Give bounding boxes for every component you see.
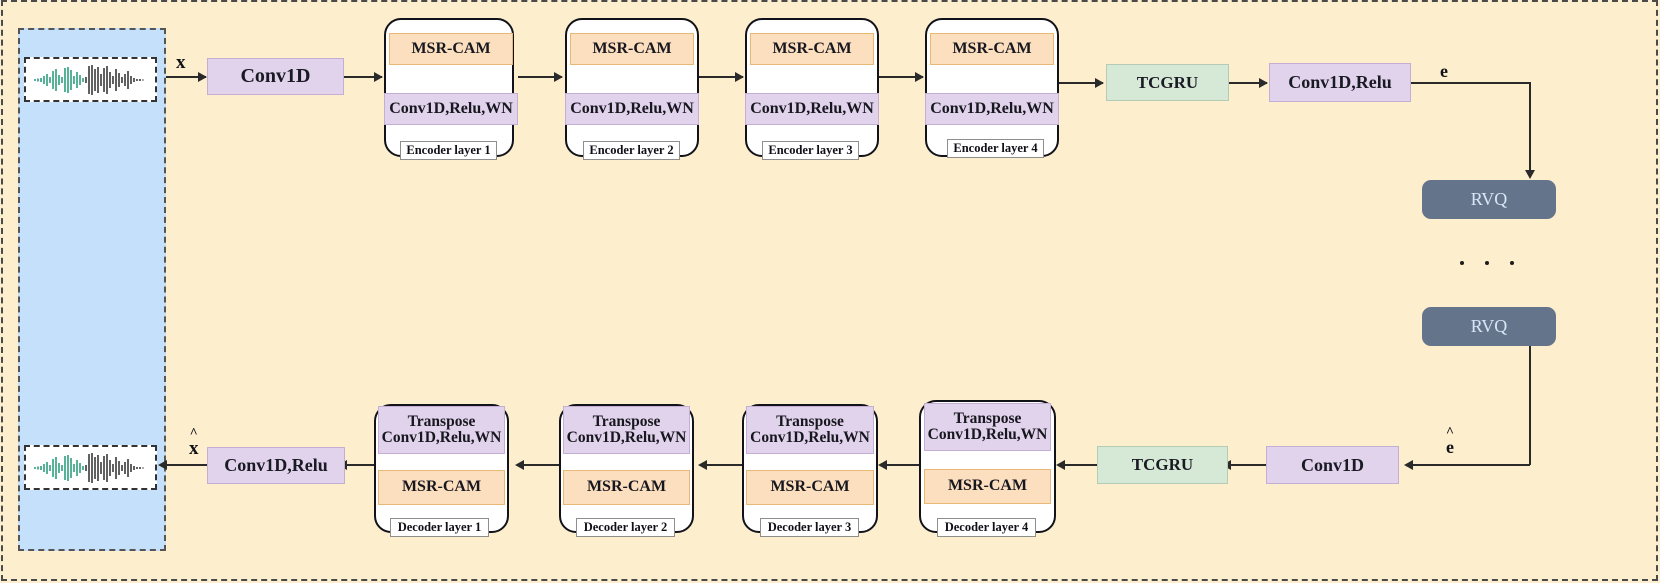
encoder-layer-1-msrcam[interactable]: MSR-CAM: [389, 33, 513, 65]
connector-ehat-horizontal: [1411, 464, 1530, 466]
decoder-layer-4-transpose-conv[interactable]: Transpose Conv1D,Relu,WN: [378, 406, 505, 454]
decoder-layer-1-msrcam[interactable]: MSR-CAM: [924, 469, 1051, 504]
rvq-ellipsis: [1460, 261, 1514, 265]
encoder-layer-1-tag: Encoder layer 1: [400, 141, 497, 160]
arrow-conv1d-to-enc1: [374, 72, 383, 82]
ellipsis-dot-2: [1485, 261, 1489, 265]
connector-ehat-vertical: [1529, 346, 1531, 465]
encoder-layer-3-tag: Encoder layer 3: [762, 141, 859, 160]
connector-dec1-to-dec2: [884, 464, 919, 466]
decoder-layer-3-transpose-conv[interactable]: Transpose Conv1D,Relu,WN: [563, 406, 690, 454]
diagram-canvas: x Conv1D MSR-CAM Conv1D,Relu,WN Encoder …: [0, 0, 1660, 583]
encoder-layer-1-conv[interactable]: Conv1D,Relu,WN: [384, 93, 518, 125]
decoder-tcgru[interactable]: TCGRU: [1097, 446, 1228, 484]
arrow-tcgru-to-dec1: [1056, 460, 1065, 470]
connector-dec2-to-dec3: [704, 464, 742, 466]
arrow-outconv-to-output: [158, 460, 167, 470]
label-output-xhat: x: [189, 438, 199, 460]
encoder-tcgru[interactable]: TCGRU: [1106, 64, 1229, 101]
encoder-layer-3-conv[interactable]: Conv1D,Relu,WN: [745, 93, 879, 125]
decoder-layer-2-transpose-conv[interactable]: Transpose Conv1D,Relu,WN: [746, 406, 874, 454]
decoder-layer-2-tag: Decoder layer 3: [760, 518, 859, 537]
connector-dec4-to-outconv: [344, 464, 374, 466]
decoder-layer-4-msrcam[interactable]: MSR-CAM: [378, 470, 505, 505]
arrow-enc1-to-enc2: [554, 72, 563, 82]
decoder-layer-2-msrcam[interactable]: MSR-CAM: [746, 470, 874, 505]
decoder-layer-3-tag: Decoder layer 2: [576, 518, 675, 537]
connector-tcgru-to-dec1: [1062, 464, 1097, 466]
encoder-layer-4-tag: Encoder layer 4: [947, 139, 1044, 158]
connector-e-horizontal: [1411, 82, 1530, 84]
encoder-input-conv1d[interactable]: Conv1D: [207, 58, 344, 95]
arrow-enc2-to-enc3: [735, 72, 744, 82]
arrow-dec3-to-dec4: [515, 460, 524, 470]
ellipsis-dot-3: [1510, 261, 1514, 265]
connector-outconv-to-output: [164, 464, 207, 466]
encoder-layer-3-msrcam[interactable]: MSR-CAM: [750, 33, 874, 65]
encoder-layer-2-msrcam[interactable]: MSR-CAM: [570, 33, 694, 65]
connector-dec3-to-dec4: [521, 464, 559, 466]
connector-e-vertical: [1529, 82, 1531, 174]
arrow-input-to-conv1d: [198, 72, 207, 82]
label-input-x: x: [176, 52, 186, 73]
decoder-layer-1-tag: Decoder layer 4: [937, 518, 1036, 537]
arrow-tcgru-to-outconv: [1259, 78, 1268, 88]
output-waveform-box: [24, 445, 157, 490]
arrow-dec2-to-dec3: [698, 460, 707, 470]
decoder-layer-3-msrcam[interactable]: MSR-CAM: [563, 470, 690, 505]
input-waveform-box: [24, 57, 157, 102]
decoder-output-conv1d-relu[interactable]: Conv1D,Relu: [207, 447, 345, 484]
connector-decconv-to-tcgru: [1228, 464, 1266, 466]
output-waveform-icon: [33, 452, 144, 483]
encoder-output-conv1d-relu[interactable]: Conv1D,Relu: [1269, 63, 1411, 102]
rvq-first[interactable]: RVQ: [1422, 180, 1556, 219]
arrow-e-into-rvq: [1525, 170, 1535, 179]
arrow-enc3-to-enc4: [915, 72, 924, 82]
decoder-input-conv1d[interactable]: Conv1D: [1266, 446, 1399, 484]
encoder-layer-4-conv[interactable]: Conv1D,Relu,WN: [925, 93, 1059, 125]
decoder-layer-1-transpose-conv[interactable]: Transpose Conv1D,Relu,WN: [924, 403, 1051, 451]
input-waveform-icon: [33, 64, 144, 95]
encoder-layer-4-msrcam[interactable]: MSR-CAM: [930, 33, 1054, 65]
decoder-layer-4-tag: Decoder layer 1: [390, 518, 489, 537]
encoder-layer-2-tag: Encoder layer 2: [583, 141, 680, 160]
arrow-dec1-to-dec2: [878, 460, 887, 470]
label-latent-e: e: [1440, 61, 1448, 81]
arrow-ehat-into-conv1d: [1404, 460, 1413, 470]
label-quantized-ehat: e: [1446, 437, 1454, 458]
encoder-layer-2-conv[interactable]: Conv1D,Relu,WN: [565, 93, 699, 125]
arrow-enc4-to-tcgru: [1095, 78, 1104, 88]
ellipsis-dot-1: [1460, 261, 1464, 265]
rvq-last[interactable]: RVQ: [1422, 307, 1556, 346]
